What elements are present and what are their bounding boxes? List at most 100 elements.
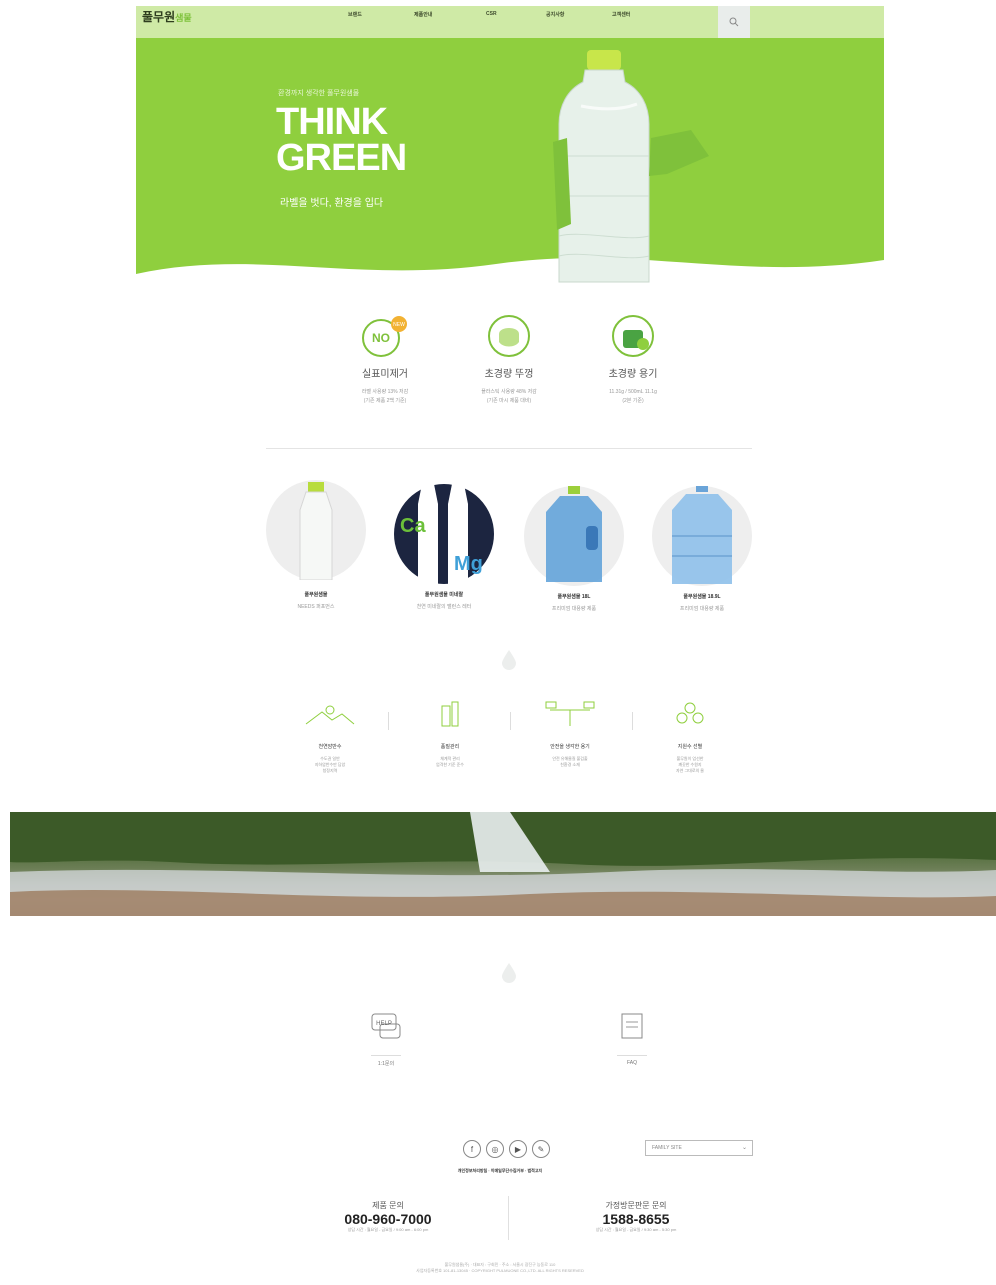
hero-title-line1: THINK: [276, 101, 388, 143]
promise-item: 지원수 선별 풀무원이 엄선한 깨끗한 수원지 자연 그대로의 물: [652, 700, 728, 774]
no-label-icon: NO NEW: [362, 316, 407, 357]
feature-desc: (기존 제품 2백 기준): [363, 398, 407, 404]
water-drop-icon: [502, 650, 516, 670]
cs-hours: 상담 시간 : 월요일 - 금요일 / 9:00 am - 6:00 pm: [347, 1227, 429, 1232]
hero-title: THINK GREEN: [276, 101, 407, 179]
footer-links[interactable]: 개인정보처리방침 · 이메일무단수집거부 · 법적고지: [420, 1168, 580, 1174]
product-image: [524, 482, 624, 586]
promise-title: 품질관리: [440, 744, 460, 750]
cs-phone[interactable]: 080-960-7000: [326, 1211, 450, 1227]
product-card[interactable]: 풀무원샘물 18L 프리미엄 대용량 제품: [524, 482, 624, 612]
cs-product-inquiry: 제품 문의 080-960-7000 상담 시간 : 월요일 - 금요일 / 9…: [326, 1200, 450, 1233]
product-image: [652, 482, 752, 586]
logo-suffix: 샘물: [175, 13, 192, 23]
facebook-icon[interactable]: f: [463, 1140, 481, 1158]
logo[interactable]: 풀무원샘물: [142, 8, 192, 25]
hero-wave: [136, 257, 884, 290]
feature-light-cap: 초경량 뚜껑 플라스틱 사용량 48% 저감 (기존 마시 제품 대비): [454, 312, 564, 406]
bottle-weight-icon: [612, 315, 654, 357]
mineral-bottles-icon: Ca Mg: [400, 484, 483, 588]
cs-home-delivery: 가정방문판문 문의 1588-8655 상담 시간 : 월요일 - 금요일 / …: [566, 1200, 706, 1233]
divider: [632, 712, 633, 730]
logo-text: 풀무원: [142, 10, 176, 24]
feature-desc: (기존 마시 제품 대비): [486, 398, 532, 404]
feature-no-label: NO NEW 실표미제거 라벨 사용량 13% 저감 (기존 제품 2백 기준): [330, 312, 440, 406]
feature-desc: 라벨 사용량 13% 저감: [361, 389, 409, 395]
product-image: [266, 480, 366, 581]
waterfall-scene: [10, 812, 996, 916]
promise-desc: 자연 그대로의 물: [676, 768, 704, 773]
family-site-label: FAMILY SITE: [652, 1145, 682, 1151]
divider: [508, 1196, 509, 1240]
underline: [617, 1055, 647, 1056]
nature-waterfall-photo: [10, 812, 996, 916]
product-desc: 프리미엄 대용량 제품: [679, 606, 725, 612]
product-name: 풀무원샘물 18.9L: [683, 594, 721, 600]
copyright: 풀무원샘물(주) · 대표자 : 구회민 · 주소 : 서울시 광진구 능동로 …: [300, 1262, 700, 1274]
promise-item: 품질관리 체계적 관리 엄격한 기준 준수: [412, 700, 488, 768]
product-desc: 프리미엄 대용량 제품: [551, 606, 597, 612]
hero-subtitle: 라벨을 벗다, 환경을 입다: [280, 198, 384, 209]
promise-title: 안전을 생각한 용기: [550, 744, 590, 750]
feature-title: 초경량 용기: [608, 369, 658, 380]
product-name: 풀무원샘물 미네랄: [424, 592, 464, 598]
section-divider: [266, 448, 752, 449]
cs-hours: 상담 시간 : 월요일 - 금요일 / 9:30 am - 5:30 pm: [595, 1227, 677, 1232]
inquiry-link[interactable]: HELP 1:1문의: [366, 1012, 406, 1067]
svg-text:NO: NO: [372, 331, 390, 345]
water-bottle-icon: [299, 482, 333, 581]
product-desc: NEEDS 퍼포먼스: [297, 604, 335, 610]
product-card[interactable]: Ca Mg 풀무원샘물 미네랄 천연 미네랄의 밸런스 레터: [394, 484, 494, 610]
divider: [388, 712, 389, 730]
hero-kicker: 환경까지 생각한 풀무원샘물: [278, 90, 360, 97]
feature-title: 초경량 뚜껑: [484, 369, 534, 380]
nav-item-csr[interactable]: CSR: [486, 11, 497, 17]
product-name: 풀무원샘물: [304, 592, 328, 598]
cs-label: 제품 문의: [372, 1201, 404, 1210]
water-jug-icon: [546, 482, 602, 582]
underline: [371, 1055, 401, 1056]
divider: [510, 712, 511, 730]
nav-item-products[interactable]: 제품안내: [414, 11, 432, 18]
promise-desc: 친환경 소재: [560, 762, 580, 767]
instagram-icon[interactable]: ◎: [486, 1140, 504, 1158]
search-button[interactable]: [718, 6, 750, 38]
svg-text:Mg: Mg: [454, 553, 483, 575]
feature-title: 실표미제거: [362, 369, 408, 380]
water-jug-icon: [672, 482, 732, 584]
water-source-icon: [676, 702, 704, 724]
promise-item: 천연암반수 수도권 일반 지하암반수만 담았 청정지역: [292, 700, 368, 774]
faq-link[interactable]: FAQ: [612, 1012, 652, 1066]
feature-light-bottle: 초경량 용기 11.31g / 500mL 11.1g (2본 기준): [578, 312, 688, 406]
svg-text:NEW: NEW: [393, 322, 405, 328]
blog-icon[interactable]: ✎: [532, 1140, 550, 1158]
hero-banner: [136, 38, 884, 290]
svg-text:Ca: Ca: [400, 515, 426, 537]
nav-item-support[interactable]: 고객센터: [612, 11, 630, 18]
promise-item: 안전을 생각한 용기 안전 유해물질 불검출 친환경 소재: [532, 700, 608, 768]
product-image: Ca Mg: [394, 484, 494, 588]
product-card[interactable]: 풀무원샘물 18.9L 프리미엄 대용량 제품: [652, 482, 752, 612]
promise-desc: 엄격한 기준 준수: [436, 762, 464, 767]
feature-desc: (2본 기준): [622, 398, 644, 404]
youtube-icon[interactable]: ▶: [509, 1140, 527, 1158]
feature-desc: 플라스틱 사용량 48% 저감: [481, 389, 537, 395]
hero-title-line2: GREEN: [276, 137, 407, 179]
support-label: 1:1문의: [377, 1061, 395, 1067]
quality-check-icon: [441, 701, 459, 727]
cap-icon: [488, 315, 530, 357]
product-card[interactable]: 풀무원샘물 NEEDS 퍼포먼스: [266, 480, 366, 610]
nav-item-notice[interactable]: 공지사항: [546, 11, 564, 18]
feature-desc: 11.31g / 500mL 11.1g: [609, 389, 657, 395]
water-bottle-image: [553, 50, 709, 283]
product-name: 풀무원샘물 18L: [557, 594, 591, 600]
nav-item-brand[interactable]: 브랜드: [348, 11, 362, 18]
mountain-sun-icon: [305, 705, 355, 725]
cs-phone[interactable]: 1588-8655: [566, 1211, 706, 1227]
family-site-select[interactable]: FAMILY SITE ⌄: [645, 1140, 753, 1156]
promise-desc: 청정지역: [322, 768, 338, 773]
promise-title: 천연암반수: [318, 744, 342, 750]
cs-label: 가정방문판문 문의: [605, 1201, 667, 1210]
chat-help-icon: HELP: [371, 1013, 401, 1039]
product-desc: 천연 미네랄의 밸런스 레터: [416, 604, 472, 610]
